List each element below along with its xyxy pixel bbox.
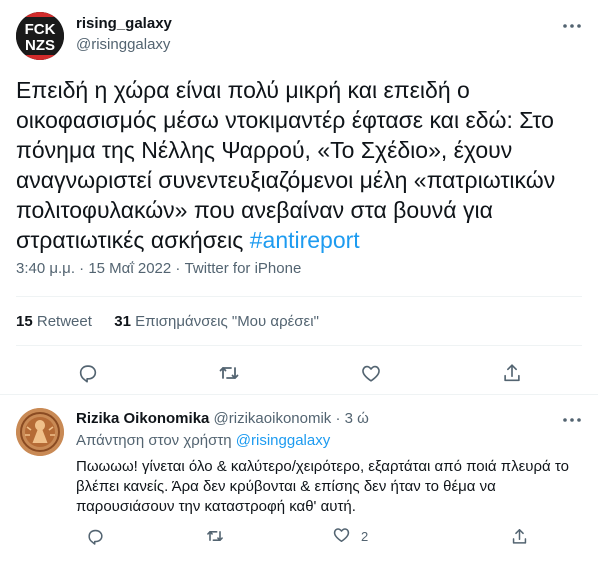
reply-icon[interactable]	[73, 358, 103, 388]
like-icon[interactable]	[356, 358, 386, 388]
replying-to-mention[interactable]: @risinggalaxy	[236, 432, 330, 449]
divider	[16, 296, 582, 297]
retweet-count: 15	[16, 313, 33, 330]
share-icon[interactable]	[497, 358, 527, 388]
avatar-logo: FCK NZS	[16, 12, 64, 60]
like-button[interactable]: 2	[332, 524, 368, 548]
tweet-actions	[0, 358, 598, 388]
tweet-meta: 3:40 μ.μ. · 15 Μαΐ 2022 · Twitter for iP…	[16, 260, 301, 277]
tweet-page: FCK NZS rising_galaxy @risinggalaxy Επει…	[0, 0, 598, 561]
replying-to: Απάντηση στον χρήστη @risinggalaxy	[76, 432, 330, 449]
divider	[16, 345, 582, 346]
reply-time[interactable]: 3 ώ	[345, 410, 369, 427]
tweet-time[interactable]: 3:40 μ.μ.	[16, 260, 75, 277]
hashtag-link[interactable]: #antireport	[250, 227, 360, 253]
avatar-text-bottom: NZS	[25, 37, 55, 54]
reply-text: Πωωωω! γίνεται όλο & καλύτερο/χειρότερο,…	[76, 458, 569, 515]
avatar-text-top: FCK	[25, 21, 56, 38]
reply-author-name[interactable]: Rizika Oikonomika	[76, 410, 209, 427]
author-name[interactable]: rising_galaxy	[76, 15, 172, 32]
like-count: 31	[114, 313, 131, 330]
retweet-icon[interactable]	[205, 524, 225, 548]
author-handle[interactable]: @risinggalaxy	[76, 36, 170, 53]
replying-to-label: Απάντηση στον χρήστη	[76, 432, 236, 449]
retweet-icon[interactable]	[214, 358, 244, 388]
reply-actions: 2	[76, 524, 586, 548]
share-icon[interactable]	[510, 524, 529, 548]
reply-like-count: 2	[361, 528, 369, 544]
tweet-text: Επειδή η χώρα είναι πολύ μικρή και επειδ…	[16, 75, 586, 255]
more-icon[interactable]	[560, 14, 584, 38]
reply-time-separator: ·	[331, 410, 345, 427]
reply-author-handle[interactable]: @rizikaoikonomik	[214, 410, 332, 427]
retweet-stat[interactable]: 15 Retweet	[16, 313, 92, 330]
reply-avatar[interactable]	[16, 408, 64, 456]
tweet-stats: 15 Retweet 31 Επισημάνσεις "Μου αρέσει"	[16, 313, 319, 330]
tweet-source[interactable]: Twitter for iPhone	[185, 260, 302, 277]
like-icon	[332, 525, 351, 547]
like-stat[interactable]: 31 Επισημάνσεις "Μου αρέσει"	[114, 313, 319, 330]
retweet-label: Retweet	[32, 313, 92, 330]
reply-icon[interactable]	[86, 524, 105, 548]
meta-separator: ·	[171, 260, 185, 277]
tweet-date[interactable]: 15 Μαΐ 2022	[88, 260, 171, 277]
like-label: Επισημάνσεις "Μου αρέσει"	[130, 313, 319, 330]
reply-tweet[interactable]: Rizika Oikonomika @rizikaoikonomik · 3 ώ…	[0, 396, 598, 561]
main-tweet: FCK NZS rising_galaxy @risinggalaxy Επει…	[0, 0, 598, 395]
reply-header: Rizika Oikonomika @rizikaoikonomik · 3 ώ	[76, 410, 369, 427]
more-icon[interactable]	[560, 408, 584, 432]
avatar[interactable]: FCK NZS	[16, 12, 64, 60]
meta-separator: ·	[74, 260, 89, 277]
